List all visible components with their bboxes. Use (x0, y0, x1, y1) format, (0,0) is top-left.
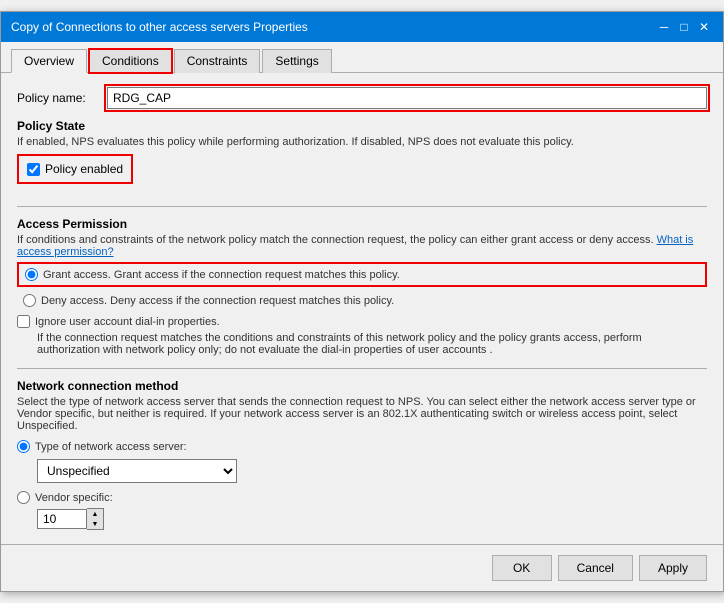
network-type-label: Type of network access server: (35, 441, 187, 453)
tab-overview[interactable]: Overview (11, 49, 87, 73)
access-permission-desc: If conditions and constraints of the net… (17, 234, 707, 258)
divider-2 (17, 368, 707, 369)
maximize-button[interactable]: □ (675, 18, 693, 36)
spinner-down-button[interactable]: ▼ (87, 519, 103, 529)
ok-button[interactable]: OK (492, 555, 552, 581)
spinner-up-button[interactable]: ▲ (87, 509, 103, 519)
content-area: Policy name: Policy State If enabled, NP… (1, 73, 723, 544)
vendor-radio[interactable] (17, 491, 30, 504)
title-bar-buttons: ─ □ ✕ (655, 18, 713, 36)
policy-name-row: Policy name: (17, 87, 707, 109)
tab-bar: Overview Conditions Constraints Settings (1, 42, 723, 73)
policy-name-label: Policy name: (17, 91, 107, 105)
policy-enabled-row: Policy enabled (17, 154, 133, 184)
grant-access-radio[interactable] (25, 268, 38, 281)
grant-access-row: Grant access. Grant access if the connec… (17, 262, 707, 287)
window-title: Copy of Connections to other access serv… (11, 20, 308, 34)
ignore-desc: If the connection request matches the co… (37, 332, 707, 356)
grant-access-label: Grant access. Grant access if the connec… (43, 269, 400, 281)
title-bar: Copy of Connections to other access serv… (1, 12, 723, 42)
vendor-row: Vendor specific: (17, 491, 707, 504)
policy-state-title: Policy State (17, 119, 707, 133)
footer: OK Cancel Apply (1, 544, 723, 591)
policy-enabled-label: Policy enabled (45, 162, 123, 176)
policy-enabled-checkbox[interactable] (27, 163, 40, 176)
network-desc: Select the type of network access server… (17, 396, 707, 432)
main-window: Copy of Connections to other access serv… (0, 11, 724, 592)
access-permission-title: Access Permission (17, 217, 707, 231)
close-button[interactable]: ✕ (695, 18, 713, 36)
network-type-row: Type of network access server: (17, 440, 707, 453)
divider-1 (17, 206, 707, 207)
vendor-label: Vendor specific: (35, 492, 113, 504)
network-type-select[interactable]: Unspecified RAS (Remote Access Server) D… (37, 459, 237, 483)
vendor-spinner-input[interactable] (37, 509, 87, 529)
access-permission-section: Access Permission If conditions and cons… (17, 217, 707, 356)
deny-access-row: Deny access. Deny access if the connecti… (17, 292, 707, 309)
spinner-buttons: ▲ ▼ (87, 508, 104, 530)
ignore-checkbox-row: Ignore user account dial-in properties. (17, 315, 707, 328)
tab-constraints[interactable]: Constraints (174, 49, 261, 73)
type-radio[interactable] (17, 440, 30, 453)
apply-button[interactable]: Apply (639, 555, 707, 581)
deny-access-radio[interactable] (23, 294, 36, 307)
type-dropdown-row: Unspecified RAS (Remote Access Server) D… (37, 459, 707, 483)
policy-name-input[interactable] (107, 87, 707, 109)
policy-state-section: Policy State If enabled, NPS evaluates t… (17, 119, 707, 194)
cancel-button[interactable]: Cancel (558, 555, 633, 581)
minimize-button[interactable]: ─ (655, 18, 673, 36)
policy-state-desc: If enabled, NPS evaluates this policy wh… (17, 136, 707, 148)
tab-settings[interactable]: Settings (262, 49, 331, 73)
network-section: Network connection method Select the typ… (17, 379, 707, 530)
ignore-label: Ignore user account dial-in properties. (35, 316, 220, 328)
spinner-row: ▲ ▼ (37, 508, 707, 530)
ignore-checkbox[interactable] (17, 315, 30, 328)
network-title: Network connection method (17, 379, 707, 393)
deny-access-label: Deny access. Deny access if the connecti… (41, 295, 394, 307)
tab-conditions[interactable]: Conditions (89, 49, 172, 73)
